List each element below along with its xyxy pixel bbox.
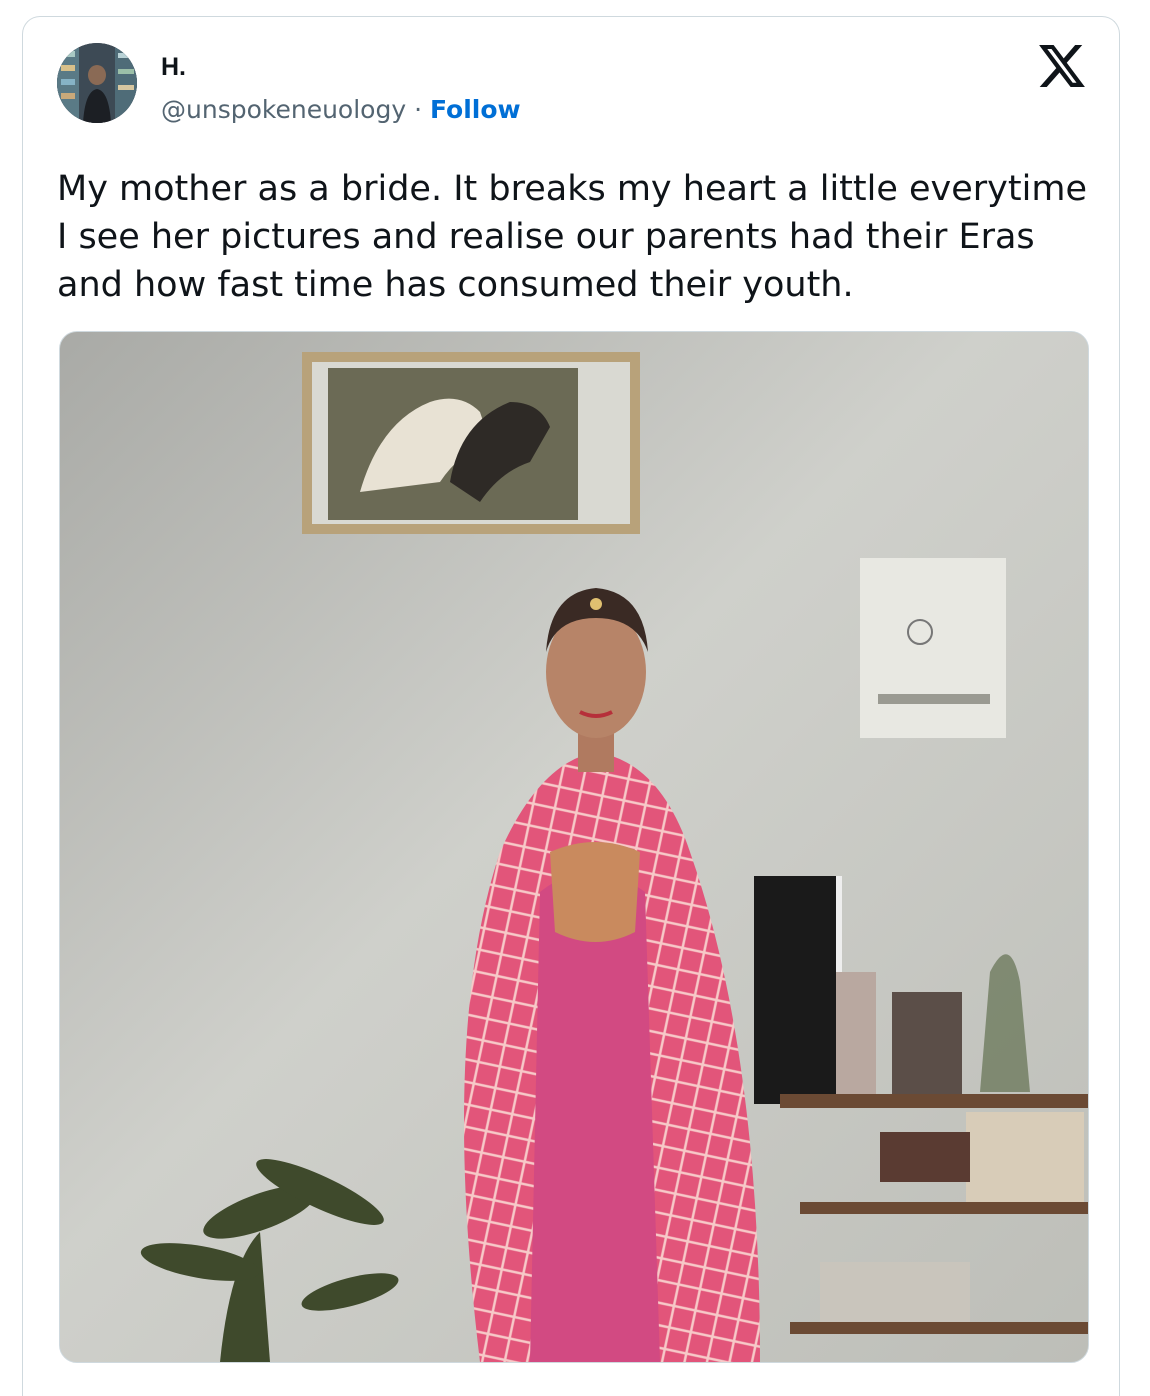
wall-painting [302,352,640,534]
display-name[interactable]: H. [161,53,186,82]
tweet-embed-card: H. @unspokeneuology · Follow My mother a… [22,16,1120,1396]
tweet-photo[interactable] [59,331,1089,1363]
handle-row: @unspokeneuology · Follow [161,95,521,124]
tv-screen [754,876,836,1104]
tweet-text: My mother as a bride. It breaks my heart… [57,165,1097,309]
user-handle[interactable]: @unspokeneuology [161,95,406,124]
x-logo-icon[interactable] [1039,45,1085,87]
separator-dot: · [414,95,430,124]
tweet-text-line: My mother as a bride. It breaks my heart… [57,169,1087,209]
follow-button[interactable]: Follow [430,95,521,124]
tweet-text-line: and how fast time has consumed their you… [57,265,854,305]
tweet-text-line: I see her pictures and realise our paren… [57,217,1035,257]
photo-illustration [60,332,1088,1362]
wall-poster [860,558,1006,738]
avatar[interactable] [57,43,137,123]
